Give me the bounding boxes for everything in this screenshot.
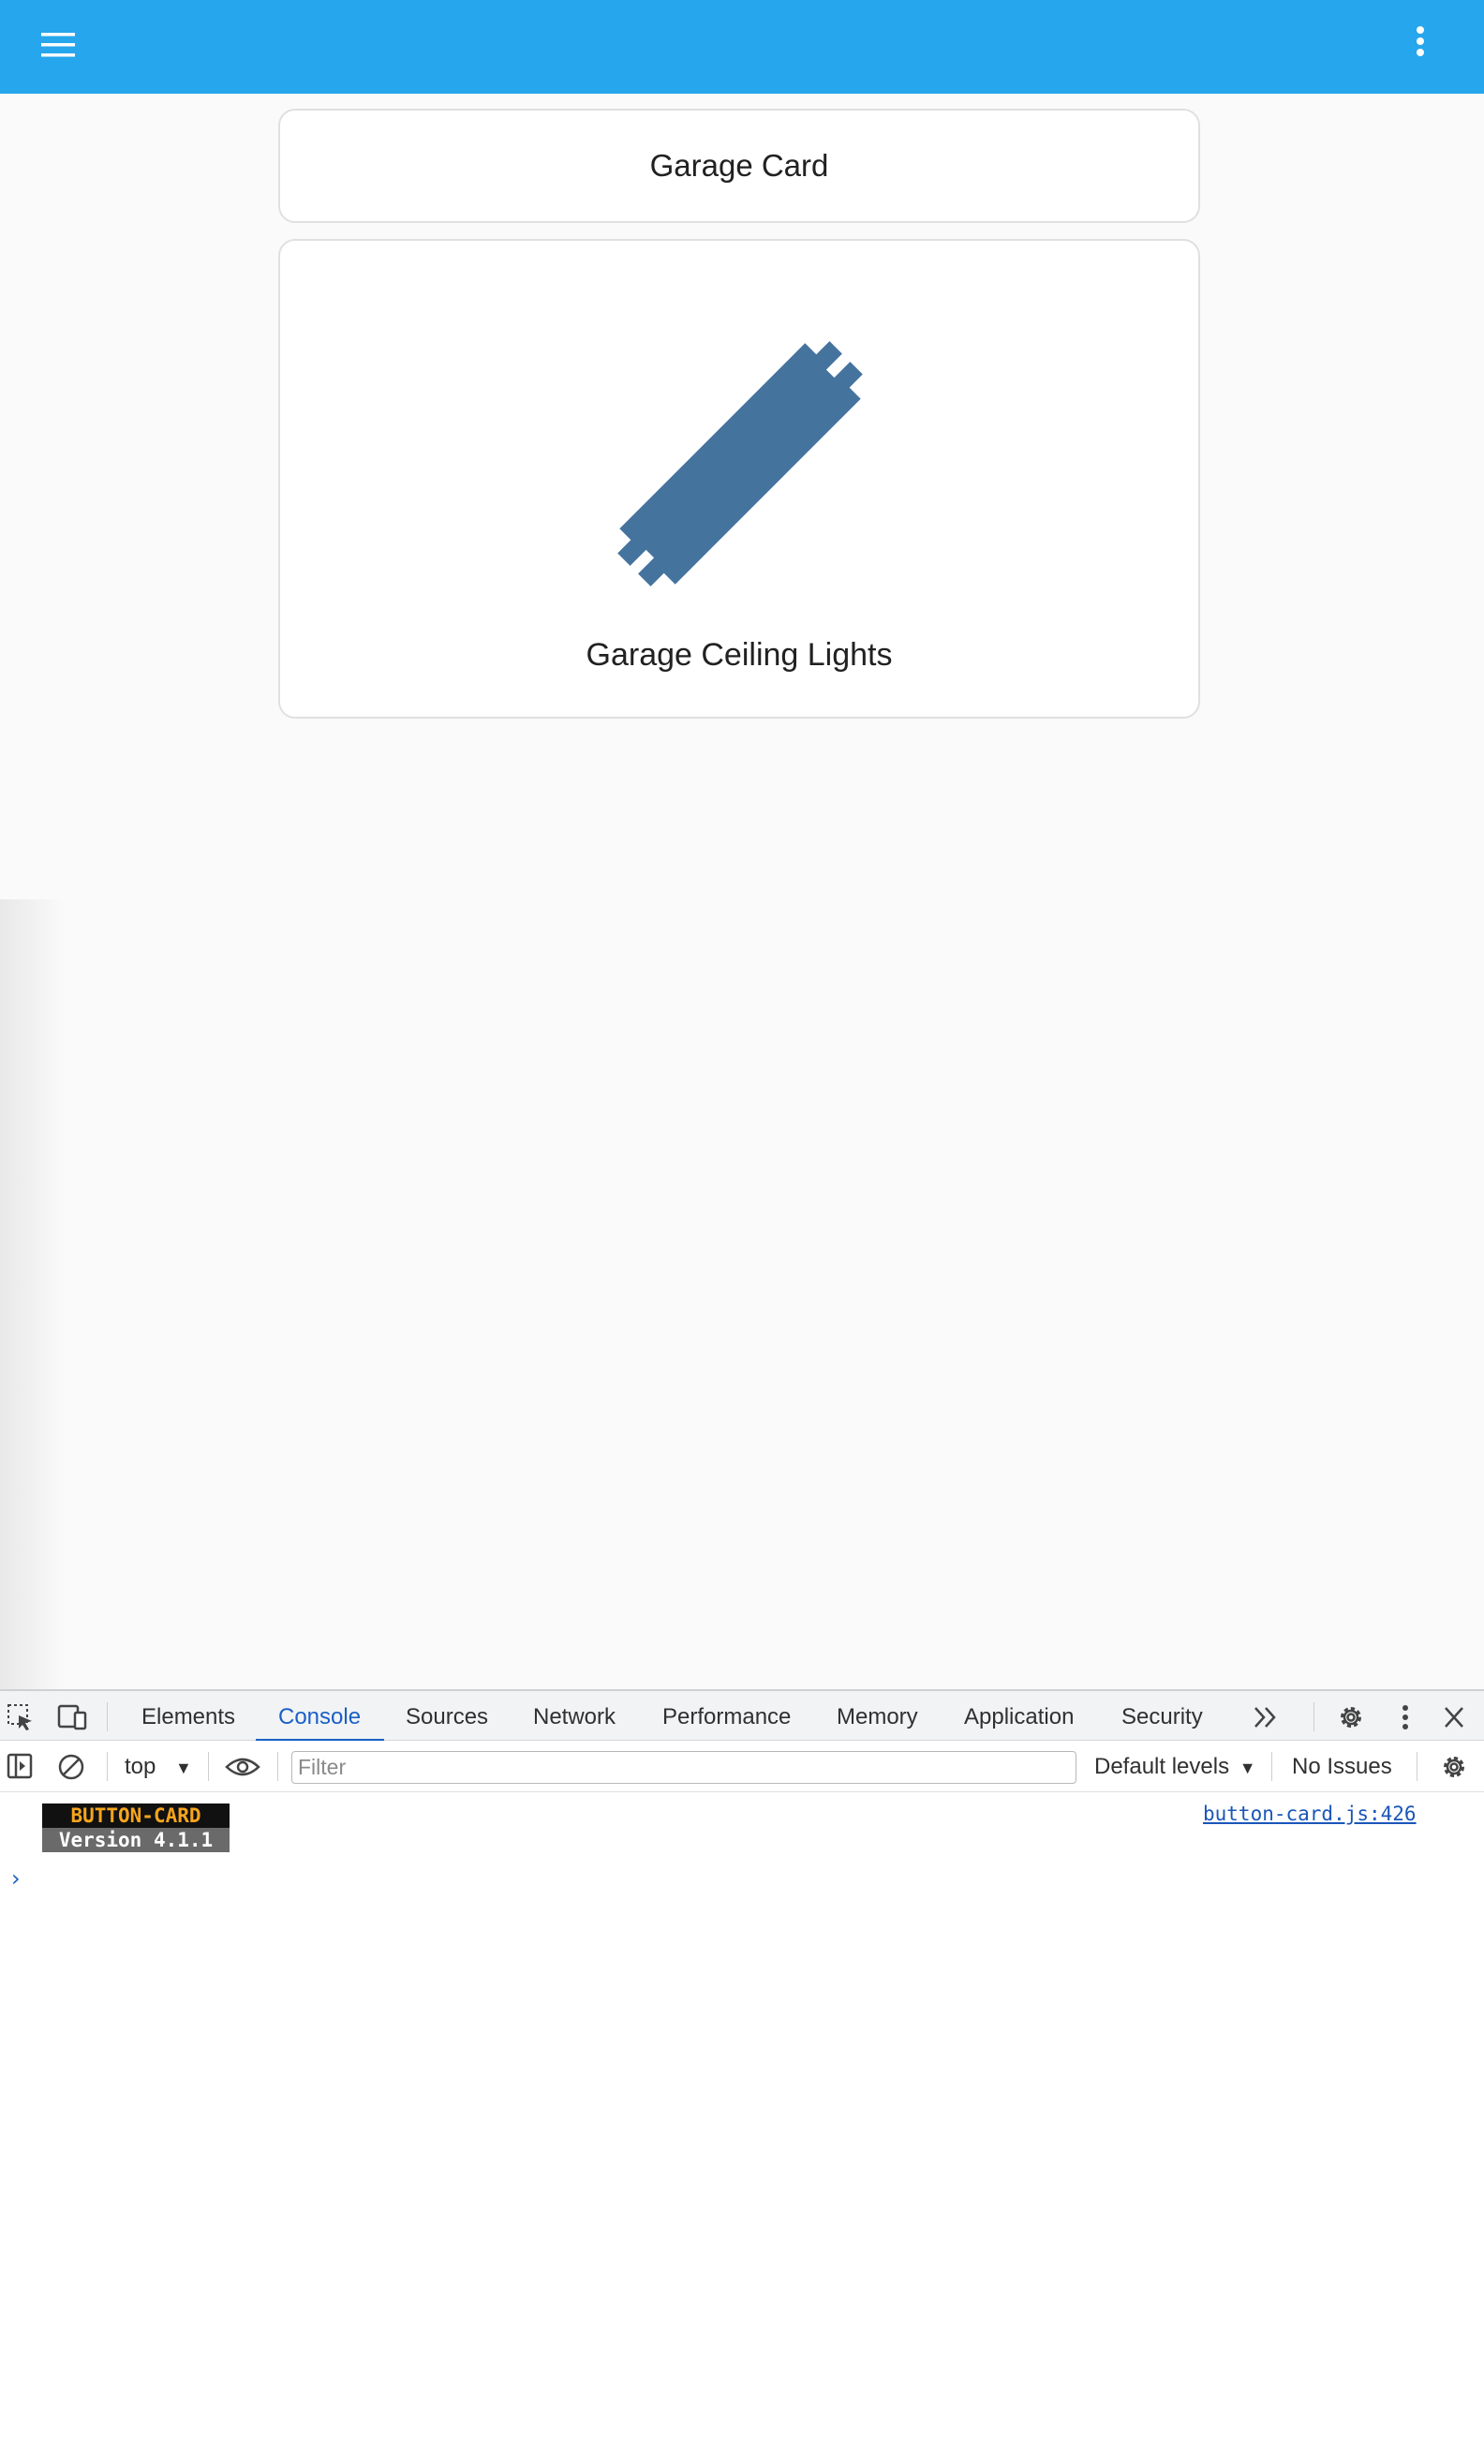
- sidebar-toggle-icon[interactable]: [6, 1752, 34, 1780]
- console-log-message: BUTTON-CARD Version 4.1.1: [42, 1803, 230, 1852]
- tab-memory[interactable]: Memory: [837, 1691, 918, 1743]
- devtools-more-icon[interactable]: [1392, 1702, 1418, 1732]
- clear-console-icon[interactable]: [56, 1752, 86, 1782]
- log-levels-label: Default levels: [1094, 1754, 1230, 1779]
- tab-application[interactable]: Application: [964, 1691, 1074, 1743]
- home-assistant-dashboard: Garage Card Garage Ceiling Lights: [0, 0, 1484, 1689]
- devtools-tab-bar: Elements Console Sources Network Perform…: [0, 1689, 1484, 1743]
- header-card-title: Garage Card: [649, 148, 829, 183]
- dropdown-arrow-icon: ▼: [175, 1759, 192, 1777]
- separator: [1271, 1752, 1272, 1781]
- context-value: top: [125, 1754, 156, 1779]
- more-tabs-chevron-icon[interactable]: [1252, 1704, 1280, 1730]
- filter-input[interactable]: [291, 1751, 1076, 1784]
- menu-icon[interactable]: [39, 26, 77, 64]
- tab-network[interactable]: Network: [533, 1691, 616, 1743]
- issues-counter[interactable]: No Issues: [1292, 1741, 1392, 1792]
- badge-version: Version 4.1.1: [42, 1828, 230, 1852]
- button-card-name: Garage Ceiling Lights: [586, 637, 893, 673]
- devtools-panel: Elements Console Sources Network Perform…: [0, 1689, 1484, 2464]
- console-prompt-chevron-icon[interactable]: ›: [11, 1865, 21, 1892]
- live-expression-eye-icon[interactable]: [224, 1754, 261, 1780]
- separator: [208, 1752, 209, 1781]
- inspect-element-icon[interactable]: [6, 1702, 36, 1732]
- context-selector[interactable]: top ▼: [125, 1741, 192, 1792]
- tab-performance[interactable]: Performance: [662, 1691, 791, 1743]
- log-levels-dropdown[interactable]: Default levels ▼: [1094, 1741, 1256, 1792]
- tab-security[interactable]: Security: [1121, 1691, 1203, 1743]
- log-source-link[interactable]: button-card.js:426: [1203, 1803, 1417, 1825]
- tab-console[interactable]: Console: [278, 1691, 361, 1743]
- separator: [1313, 1702, 1314, 1731]
- header-card: Garage Card: [278, 109, 1200, 223]
- sidebar-edge-shadow: [0, 899, 66, 1689]
- more-vertical-icon[interactable]: [1402, 22, 1439, 60]
- top-app-bar: [0, 0, 1484, 94]
- separator: [277, 1752, 278, 1781]
- separator: [107, 1752, 108, 1781]
- tab-elements[interactable]: Elements: [141, 1691, 235, 1743]
- console-toolbar: top ▼ Default levels ▼ No Issues: [0, 1741, 1484, 1792]
- dropdown-arrow-icon: ▼: [1239, 1759, 1256, 1777]
- light-tube-icon: [617, 341, 863, 586]
- tab-sources[interactable]: Sources: [406, 1691, 488, 1743]
- device-toolbar-icon[interactable]: [56, 1702, 88, 1732]
- badge-title: BUTTON-CARD: [42, 1803, 230, 1828]
- settings-gear-icon[interactable]: [1336, 1702, 1366, 1732]
- console-settings-gear-icon[interactable]: [1439, 1752, 1469, 1782]
- close-icon[interactable]: [1441, 1703, 1467, 1731]
- separator: [107, 1702, 108, 1731]
